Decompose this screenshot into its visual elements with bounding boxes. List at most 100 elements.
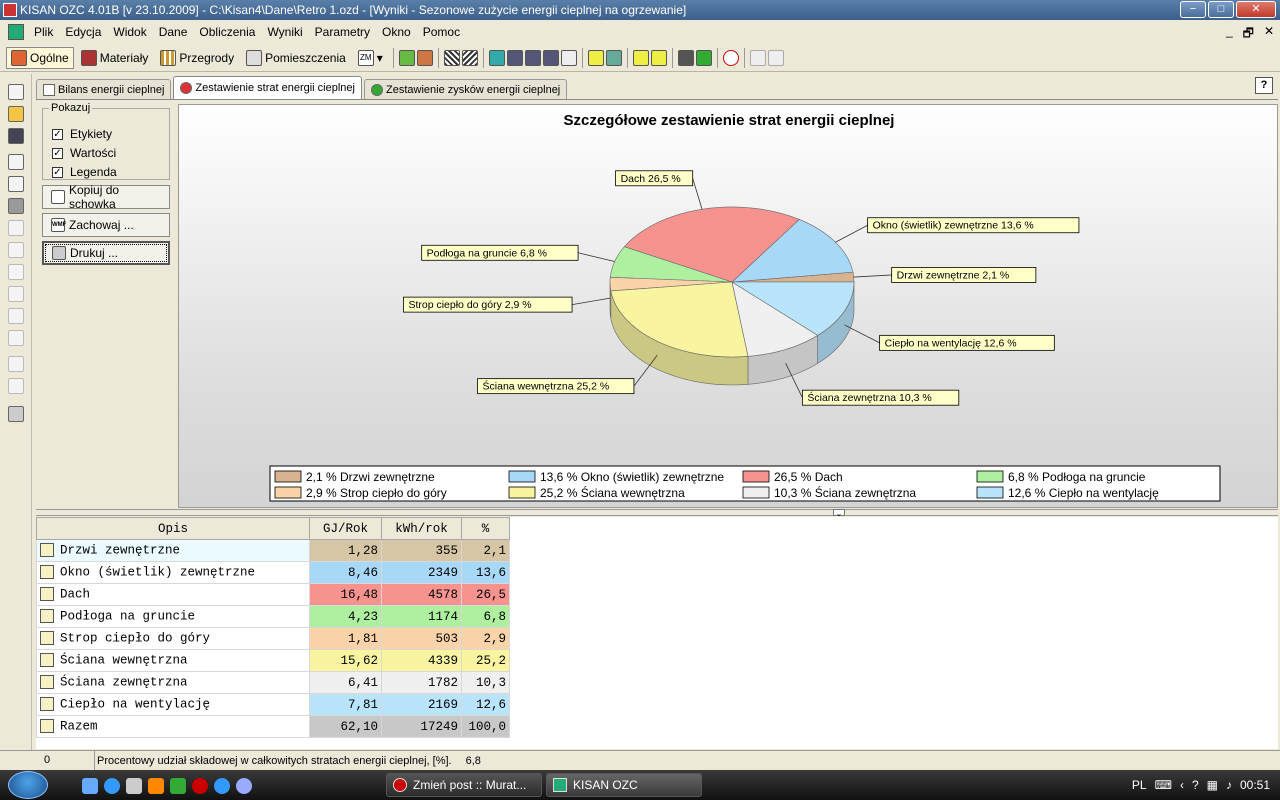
task-kisan[interactable]: KISAN OZC xyxy=(546,773,702,797)
start-button[interactable] xyxy=(8,771,48,799)
chevron-left-icon[interactable]: ‹ xyxy=(1180,778,1184,792)
menu-pomoc[interactable]: Pomoc xyxy=(417,25,466,39)
help-button[interactable]: ? xyxy=(1255,77,1273,94)
sort-az-icon[interactable] xyxy=(767,49,784,66)
delete-icon[interactable] xyxy=(8,330,24,346)
mdi-restore-button[interactable]: 🗗 xyxy=(1243,24,1254,45)
mdi-minimize-button[interactable]: _ xyxy=(1226,24,1233,45)
col-kwh[interactable]: kWh/rok xyxy=(381,517,462,540)
media-icon[interactable] xyxy=(148,778,164,794)
wartosci-checkbox[interactable]: ✓ Wartości xyxy=(52,146,116,160)
task-opera[interactable]: Zmień post :: Murat... xyxy=(386,773,542,797)
wmf-icon: WMF xyxy=(51,218,66,232)
paste-icon[interactable] xyxy=(8,308,24,324)
copy-to-clipboard-button[interactable]: Kopiuj do schowka xyxy=(42,183,170,211)
etykiety-checkbox[interactable]: ✓ Etykiety xyxy=(52,127,112,141)
table-row[interactable]: Drzwi zewnętrzne 1,28 355 2,1 xyxy=(36,539,510,562)
building-calc-icon[interactable] xyxy=(416,49,433,66)
results-icon[interactable] xyxy=(632,49,649,66)
menu-parametry[interactable]: Parametry xyxy=(309,25,376,39)
show-desktop-icon[interactable] xyxy=(82,778,98,794)
table-row[interactable]: Strop ciepło do góry 1,81 503 2,9 xyxy=(36,627,510,650)
app-quicklaunch-icon[interactable] xyxy=(170,778,186,794)
menu-widok[interactable]: Widok xyxy=(107,25,152,39)
table-row[interactable]: Ściana wewnętrzna 15,62 4339 25,2 xyxy=(36,649,510,672)
keyboard-icon[interactable]: ⌨ xyxy=(1155,778,1172,792)
minimize-button[interactable]: − xyxy=(1180,1,1206,18)
col-pct[interactable]: % xyxy=(461,517,510,540)
copy-icon[interactable] xyxy=(8,286,24,302)
tab-zyski[interactable]: Zestawienie zysków energii cieplnej xyxy=(364,79,568,99)
table-row[interactable]: Ściana zewnętrzna 6,41 1782 10,3 xyxy=(36,671,510,694)
pomieszczenia-button[interactable]: Pomieszczenia xyxy=(241,47,351,69)
language-indicator[interactable]: PL xyxy=(1132,778,1147,792)
volume-icon[interactable]: ♪ xyxy=(1226,778,1232,792)
help-tray-icon[interactable]: ? xyxy=(1192,778,1199,792)
table-row[interactable]: Okno (świetlik) zewnętrzne 8,46 2349 13,6 xyxy=(36,561,510,584)
redo-icon[interactable] xyxy=(8,242,24,258)
globe-icon[interactable] xyxy=(236,778,252,794)
clock[interactable]: 00:51 xyxy=(1240,778,1270,792)
wall-icon[interactable] xyxy=(443,49,460,66)
menu-plik[interactable]: Plik xyxy=(28,25,59,39)
ceiling-icon[interactable] xyxy=(542,49,559,66)
roof-icon[interactable] xyxy=(524,49,541,66)
table-row[interactable]: Razem 62,10 17249 100,0 xyxy=(36,715,510,738)
export-icon[interactable] xyxy=(695,49,712,66)
table-row[interactable]: Dach 16,48 4578 26,5 xyxy=(36,583,510,606)
yellow-panel-icon[interactable] xyxy=(587,49,604,66)
table-row[interactable]: Ciepło na wentylację 7,81 2169 12,6 xyxy=(36,693,510,716)
opera-icon[interactable] xyxy=(192,778,208,794)
table-row[interactable]: Podłoga na gruncie 4,23 1174 6,8 xyxy=(36,605,510,628)
tab-bilans[interactable]: Bilans energii cieplnej xyxy=(36,79,172,99)
cell-gj: 1,81 xyxy=(309,627,382,650)
save-chart-button[interactable]: WMF Zachowaj ... xyxy=(42,213,170,237)
col-gj[interactable]: GJ/Rok xyxy=(309,517,382,540)
cut-icon[interactable] xyxy=(8,264,24,280)
legenda-checkbox[interactable]: ✓ Legenda xyxy=(52,165,117,179)
building-icon[interactable] xyxy=(398,49,415,66)
summary-icon[interactable] xyxy=(650,49,667,66)
menu-wyniki[interactable]: Wyniki xyxy=(261,25,308,39)
grid-icon[interactable] xyxy=(749,49,766,66)
preview-icon[interactable] xyxy=(8,176,24,192)
ogolne-button[interactable]: Ogólne xyxy=(6,46,74,69)
tab-straty[interactable]: Zestawienie strat energii cieplnej xyxy=(173,76,362,99)
calculator-icon[interactable] xyxy=(8,406,24,422)
chevron-down-icon[interactable]: ⌄ xyxy=(833,509,845,518)
print-preview-icon[interactable] xyxy=(677,49,694,66)
close-button[interactable]: ✕ xyxy=(1236,1,1276,18)
window-element-icon[interactable] xyxy=(488,49,505,66)
find-icon[interactable] xyxy=(8,356,24,372)
label-leader-line xyxy=(692,178,703,210)
przegrody-button[interactable]: Przegrody xyxy=(155,47,239,69)
mdi-child-icon[interactable] xyxy=(8,24,24,40)
edit-icon[interactable] xyxy=(8,154,24,170)
network-icon[interactable]: ▦ xyxy=(1207,778,1218,792)
menu-okno[interactable]: Okno xyxy=(376,25,417,39)
ie-icon[interactable] xyxy=(104,778,120,794)
mdi-close-button[interactable]: ✕ xyxy=(1264,24,1274,45)
undo-icon[interactable] xyxy=(8,220,24,236)
chart-panel-icon[interactable] xyxy=(605,49,622,66)
search-icon[interactable] xyxy=(214,778,230,794)
new-file-icon[interactable] xyxy=(8,84,24,100)
col-opis[interactable]: Opis xyxy=(36,517,310,540)
menu-obliczenia[interactable]: Obliczenia xyxy=(193,25,261,39)
printer-icon[interactable] xyxy=(8,198,24,214)
replace-icon[interactable] xyxy=(8,378,24,394)
zm-dropdown[interactable]: ZM ▾ xyxy=(353,47,388,69)
save-icon[interactable] xyxy=(8,128,24,144)
open-folder-icon[interactable] xyxy=(8,106,24,122)
materialy-button[interactable]: Materiały xyxy=(76,47,154,69)
switch-windows-icon[interactable] xyxy=(126,778,142,794)
door-icon[interactable] xyxy=(560,49,577,66)
menu-dane[interactable]: Dane xyxy=(153,25,194,39)
maximize-button[interactable]: □ xyxy=(1208,1,1234,18)
stop-icon[interactable] xyxy=(722,49,739,66)
floor-icon[interactable] xyxy=(506,49,523,66)
print-chart-button[interactable]: Drukuj ... xyxy=(42,241,170,265)
wall-hatch-icon[interactable] xyxy=(461,49,478,66)
menu-edycja[interactable]: Edycja xyxy=(59,25,107,39)
splitter[interactable]: ⌄ xyxy=(36,509,1278,518)
